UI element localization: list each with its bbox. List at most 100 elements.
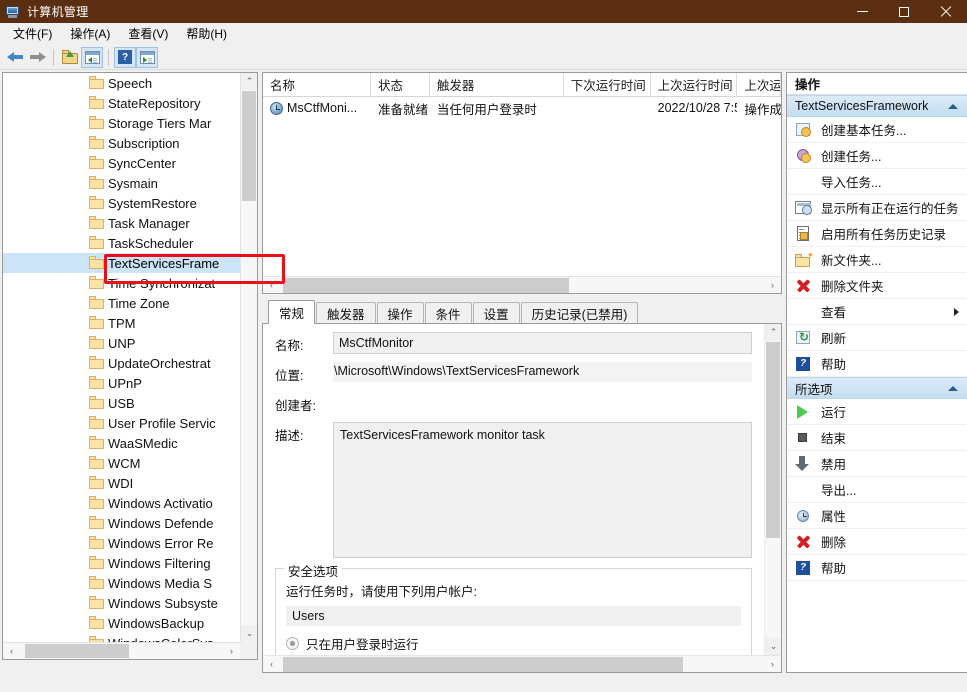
tree-node[interactable]: WindowsColorSys <box>3 633 240 642</box>
tasklist-hscroll-thumb[interactable] <box>283 278 569 293</box>
tree-node[interactable]: SyncCenter <box>3 153 240 173</box>
action-item[interactable]: 查看 <box>787 299 967 325</box>
tree-scroll-left-button[interactable]: ‹ <box>3 643 20 659</box>
tree-node[interactable]: Speech <box>3 73 240 93</box>
tree-scroll-down-button[interactable]: ⌄ <box>241 625 257 642</box>
detail-horizontal-scrollbar[interactable]: ‹ › <box>263 655 781 672</box>
chevron-up-icon[interactable] <box>948 386 958 391</box>
value-name[interactable]: MsCtfMonitor <box>333 332 752 354</box>
tree-node[interactable]: UPnP <box>3 373 240 393</box>
tree-node[interactable]: Windows Defende <box>3 513 240 533</box>
tree-node[interactable]: UpdateOrchestrat <box>3 353 240 373</box>
action-item[interactable]: 运行 <box>787 399 967 425</box>
tree-node[interactable]: SystemRestore <box>3 193 240 213</box>
chevron-up-icon[interactable] <box>948 104 958 109</box>
action-item[interactable]: 启用所有任务历史记录 <box>787 221 967 247</box>
tree-node[interactable]: TextServicesFrame <box>3 253 240 273</box>
tree-scroll-right-button[interactable]: › <box>223 643 240 659</box>
value-description[interactable]: TextServicesFramework monitor task <box>333 422 752 558</box>
tree-horizontal-scrollbar[interactable]: ‹ › <box>3 642 240 659</box>
tree-node[interactable]: Time Zone <box>3 293 240 313</box>
tree-node[interactable]: TaskScheduler <box>3 233 240 253</box>
help-button[interactable]: ? <box>114 46 136 68</box>
menu-help[interactable]: 帮助(H) <box>177 23 236 44</box>
tree-node[interactable]: User Profile Servic <box>3 413 240 433</box>
close-button[interactable] <box>925 0 967 23</box>
tree-node[interactable]: USB <box>3 393 240 413</box>
tree-node[interactable]: Subscription <box>3 133 240 153</box>
column-header[interactable]: 状态 <box>371 73 430 96</box>
tree-node[interactable]: WindowsBackup <box>3 613 240 633</box>
action-item[interactable]: 删除 <box>787 529 967 555</box>
action-item[interactable]: ? 帮助 <box>787 555 967 581</box>
tab-5[interactable]: 设置 <box>472 302 520 324</box>
tree-node[interactable]: WaaSMedic <box>3 433 240 453</box>
action-item[interactable]: 创建基本任务... <box>787 117 967 143</box>
tree-scroll-thumb[interactable] <box>242 91 256 201</box>
tree-node[interactable]: WCM <box>3 453 240 473</box>
task-list-horizontal-scrollbar[interactable]: ‹ › <box>263 276 781 293</box>
table-row[interactable]: MsCtfMoni... 准备就绪当任何用户登录时 2022/10/28 7:58:… <box>263 97 781 119</box>
tree-node[interactable]: Storage Tiers Mar <box>3 113 240 133</box>
tree-hscroll-thumb[interactable] <box>25 644 129 658</box>
column-header[interactable]: 上次运行时间 <box>651 73 738 96</box>
tree-node[interactable]: TPM <box>3 313 240 333</box>
detail-scroll-thumb[interactable] <box>766 342 780 538</box>
tree-node[interactable]: Time Synchronizat <box>3 273 240 293</box>
tree-node[interactable]: Windows Subsyste <box>3 593 240 613</box>
tab-1[interactable]: 常规 <box>268 300 316 324</box>
detail-scroll-right-button[interactable]: › <box>764 656 781 672</box>
maximize-button[interactable] <box>883 0 925 23</box>
detail-vertical-scrollbar[interactable]: ⌃ ⌄ <box>764 324 781 655</box>
label-location: 位置: <box>275 369 304 383</box>
tree-scroll-up-button[interactable]: ⌃ <box>241 73 257 90</box>
actions-section-header[interactable]: TextServicesFramework <box>787 95 967 117</box>
column-header[interactable]: 下次运行时间 <box>564 73 651 96</box>
action-item[interactable]: ✦ 新文件夹... <box>787 247 967 273</box>
tasklist-scroll-right-button[interactable]: › <box>764 277 781 293</box>
up-one-level-button[interactable] <box>59 47 81 68</box>
tab-6[interactable]: 历史记录(已禁用) <box>520 302 639 324</box>
detail-scroll-down-button[interactable]: ⌄ <box>765 638 781 655</box>
tasklist-scroll-left-button[interactable]: ‹ <box>263 277 280 293</box>
tree-node[interactable]: Windows Activatio <box>3 493 240 513</box>
column-header[interactable]: 名称 <box>263 73 371 96</box>
radio-run-only-when-logged-on[interactable]: 只在用户登录时运行 <box>286 634 741 653</box>
tree-node[interactable]: Windows Filtering <box>3 553 240 573</box>
tree-node[interactable]: Windows Media S <box>3 573 240 593</box>
actions-section-header[interactable]: 所选项 <box>787 377 967 399</box>
action-item[interactable]: 结束 <box>787 425 967 451</box>
column-header[interactable]: 触发器 <box>430 73 564 96</box>
tree-node[interactable]: WDI <box>3 473 240 493</box>
action-item[interactable]: 导出... <box>787 477 967 503</box>
tree-node[interactable]: UNP <box>3 333 240 353</box>
menu-action[interactable]: 操作(A) <box>61 23 119 44</box>
tree-node[interactable]: StateRepository <box>3 93 240 113</box>
action-item[interactable]: 显示所有正在运行的任务 <box>787 195 967 221</box>
action-item[interactable]: 导入任务... <box>787 169 967 195</box>
back-button[interactable] <box>4 47 26 68</box>
detail-hscroll-thumb[interactable] <box>283 657 683 672</box>
tree-node[interactable]: Windows Error Re <box>3 533 240 553</box>
forward-button[interactable] <box>26 47 48 68</box>
action-item[interactable]: ? 帮助 <box>787 351 967 377</box>
detail-scroll-up-button[interactable]: ⌃ <box>765 324 781 341</box>
column-header[interactable]: 上次运 <box>737 73 781 96</box>
menu-file[interactable]: 文件(F) <box>4 23 61 44</box>
show-hide-action-pane-button[interactable] <box>136 46 158 68</box>
tab-2[interactable]: 触发器 <box>316 302 376 324</box>
action-item[interactable]: 刷新 <box>787 325 967 351</box>
action-item[interactable]: 创建任务... <box>787 143 967 169</box>
detail-scroll-left-button[interactable]: ‹ <box>263 656 280 672</box>
action-item[interactable]: 删除文件夹 <box>787 273 967 299</box>
menu-view[interactable]: 查看(V) <box>119 23 177 44</box>
minimize-button[interactable] <box>841 0 883 23</box>
tab-3[interactable]: 操作 <box>376 302 424 324</box>
show-hide-console-tree-button[interactable] <box>81 46 103 68</box>
action-item[interactable]: 属性 <box>787 503 967 529</box>
tree-node[interactable]: Task Manager <box>3 213 240 233</box>
tab-4[interactable]: 条件 <box>424 302 472 324</box>
tree-vertical-scrollbar[interactable]: ⌃ ⌄ <box>240 73 257 642</box>
tree-node[interactable]: Sysmain <box>3 173 240 193</box>
action-item[interactable]: 禁用 <box>787 451 967 477</box>
